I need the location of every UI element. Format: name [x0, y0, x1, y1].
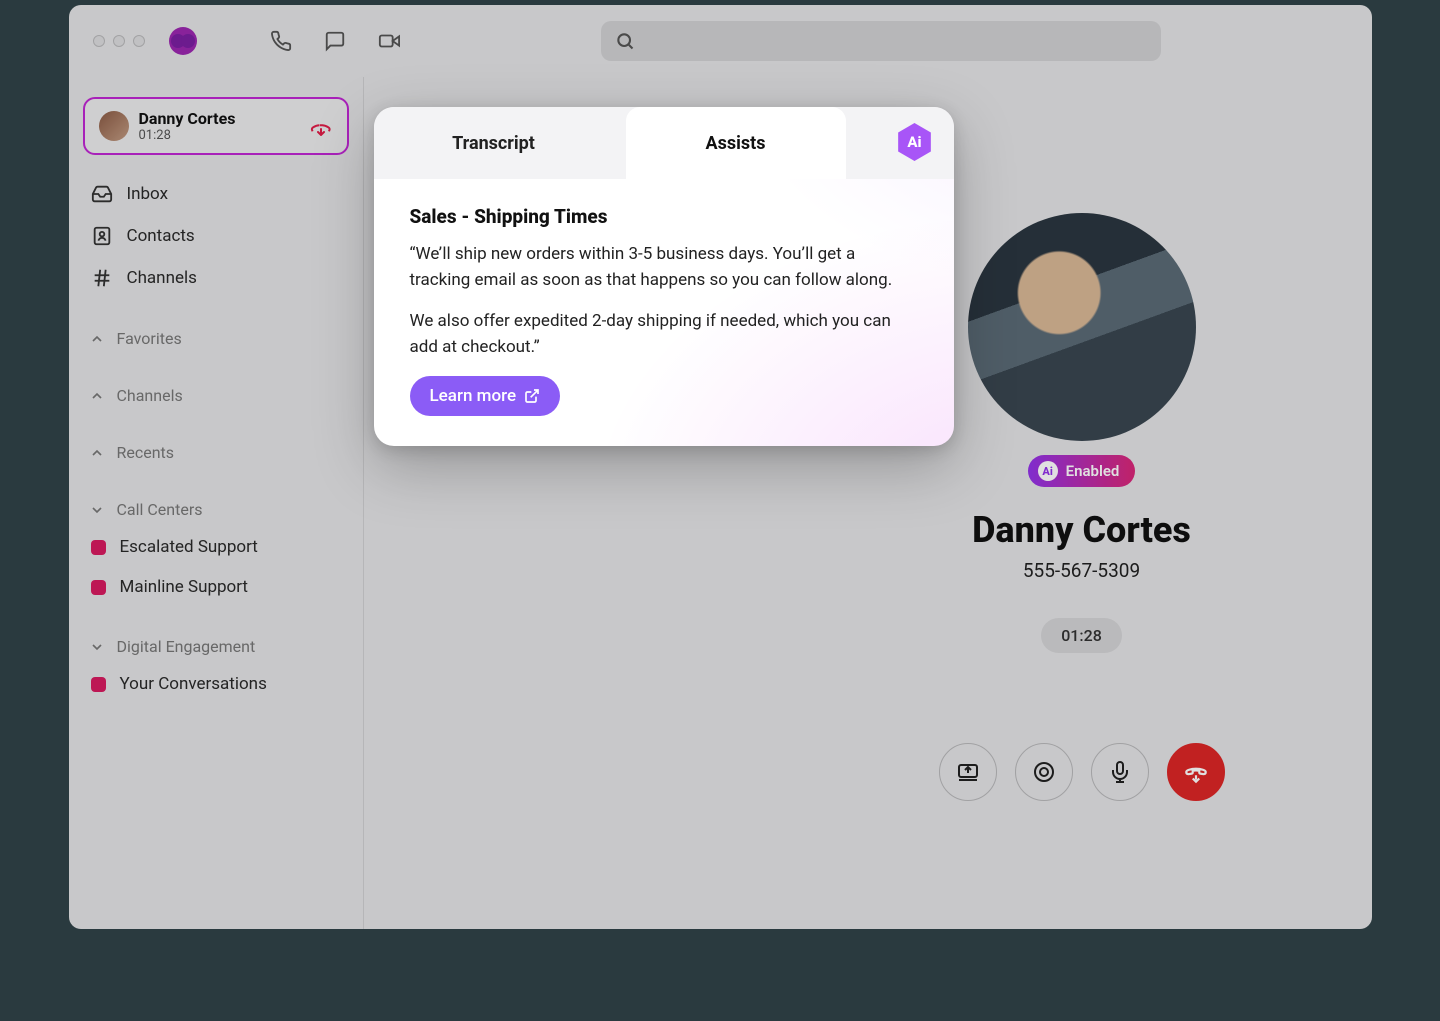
section-header[interactable]: Digital Engagement [83, 629, 349, 664]
contact-avatar [968, 213, 1196, 441]
section-favorites: Favorites [83, 321, 349, 356]
button-label: Learn more [430, 386, 517, 406]
main-content: Ai Enabled Danny Cortes 555-567-5309 01:… [364, 77, 1372, 929]
active-call-card[interactable]: Danny Cortes 01:28 [83, 97, 349, 155]
record-button[interactable] [1015, 743, 1073, 801]
section-label: Channels [117, 386, 183, 405]
section-call-centers: Call Centers Escalated Support Mainline … [83, 492, 349, 607]
section-header[interactable]: Call Centers [83, 492, 349, 527]
nav-channels[interactable]: Channels [83, 257, 349, 299]
call-info: Danny Cortes 01:28 [139, 109, 299, 143]
hangup-button[interactable] [1167, 743, 1225, 801]
search-icon [615, 31, 635, 51]
window-minimize[interactable] [113, 35, 125, 47]
learn-more-button[interactable]: Learn more [410, 376, 561, 416]
inbox-icon [91, 183, 113, 205]
hash-icon [91, 267, 113, 289]
tab-label: Assists [706, 133, 766, 154]
avatar [99, 111, 129, 141]
color-dot-icon [91, 540, 106, 555]
window-close[interactable] [93, 35, 105, 47]
contact-phone: 555-567-5309 [1023, 559, 1140, 582]
nav-label: Contacts [127, 226, 195, 246]
chevron-up-icon [89, 388, 105, 404]
color-dot-icon [91, 580, 106, 595]
video-icon[interactable] [377, 29, 401, 53]
section-label: Favorites [117, 329, 182, 348]
call-actions [939, 743, 1225, 801]
section-digital-engagement: Digital Engagement Your Conversations [83, 629, 349, 704]
nav-primary: Inbox Contacts Channels [83, 173, 349, 299]
sub-label: Escalated Support [120, 537, 258, 557]
nav-inbox[interactable]: Inbox [83, 173, 349, 215]
sidebar-item-mainline-support[interactable]: Mainline Support [83, 567, 349, 607]
ai-badge-icon: Ai [1038, 461, 1058, 481]
section-label: Recents [117, 443, 175, 462]
app-logo-icon [169, 27, 197, 55]
contact-name: Danny Cortes [972, 509, 1191, 551]
screen-share-button[interactable] [939, 743, 997, 801]
screen-share-icon [956, 760, 980, 784]
section-header[interactable]: Channels [83, 378, 349, 413]
assist-title: Sales - Shipping Times [410, 205, 918, 228]
hangup-icon[interactable] [309, 112, 333, 140]
sidebar: Danny Cortes 01:28 Inbox Contacts [69, 77, 364, 929]
enabled-label: Enabled [1066, 462, 1120, 480]
section-label: Digital Engagement [117, 637, 256, 656]
call-timer: 01:28 [139, 128, 299, 143]
chevron-down-icon [89, 639, 105, 655]
tab-transcript[interactable]: Transcript [374, 107, 614, 179]
toolbar-icons [269, 29, 401, 53]
window-zoom[interactable] [133, 35, 145, 47]
contact-panel: Ai Enabled Danny Cortes 555-567-5309 01:… [902, 213, 1262, 801]
popover-body: Sales - Shipping Times “We’ll ship new o… [374, 179, 954, 446]
tab-label: Transcript [452, 133, 535, 154]
microphone-icon [1108, 760, 1132, 784]
call-name: Danny Cortes [139, 109, 299, 128]
nav-label: Channels [127, 268, 197, 288]
app-window: Danny Cortes 01:28 Inbox Contacts [69, 5, 1372, 929]
nav-contacts[interactable]: Contacts [83, 215, 349, 257]
section-header[interactable]: Recents [83, 435, 349, 470]
section-label: Call Centers [117, 500, 203, 519]
message-icon[interactable] [323, 29, 347, 53]
chevron-down-icon [89, 502, 105, 518]
assist-text-1: “We’ll ship new orders within 3-5 busine… [410, 242, 918, 293]
window-controls [93, 35, 145, 47]
section-recents: Recents [83, 435, 349, 470]
external-link-icon [524, 388, 540, 404]
call-duration: 01:28 [1041, 618, 1122, 653]
popover-tabs: Transcript Assists Ai [374, 107, 954, 179]
ai-hex-icon: Ai [896, 123, 934, 161]
color-dot-icon [91, 677, 106, 692]
sidebar-item-your-conversations[interactable]: Your Conversations [83, 664, 349, 704]
assists-popover: Transcript Assists Ai Sales - Shipping T… [374, 107, 954, 446]
assist-text-2: We also offer expedited 2-day shipping i… [410, 309, 918, 360]
title-bar [69, 5, 1372, 77]
contacts-icon [91, 225, 113, 247]
phone-icon[interactable] [269, 29, 293, 53]
app-body: Danny Cortes 01:28 Inbox Contacts [69, 77, 1372, 929]
hangup-icon [1183, 759, 1209, 785]
ai-enabled-badge[interactable]: Ai Enabled [1028, 455, 1136, 487]
chevron-up-icon [89, 331, 105, 347]
sidebar-item-escalated-support[interactable]: Escalated Support [83, 527, 349, 567]
search-input[interactable] [601, 21, 1161, 61]
chevron-up-icon [89, 445, 105, 461]
section-channels: Channels [83, 378, 349, 413]
sub-label: Your Conversations [120, 674, 267, 694]
nav-label: Inbox [127, 184, 169, 204]
sub-label: Mainline Support [120, 577, 249, 597]
mute-button[interactable] [1091, 743, 1149, 801]
tab-assists[interactable]: Assists [626, 107, 846, 179]
section-header[interactable]: Favorites [83, 321, 349, 356]
record-icon [1032, 760, 1056, 784]
